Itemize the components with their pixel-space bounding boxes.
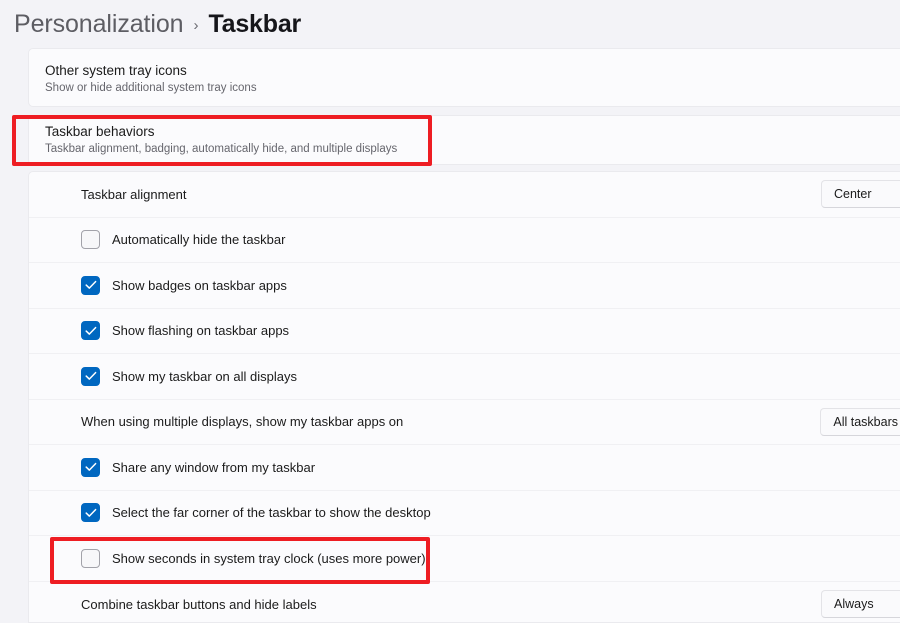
taskbar-behaviors-settings-list: Taskbar alignment Center Automatically hid… [28,171,900,623]
setting-row[interactable]: Automatically hide the taskbar [29,218,900,264]
section-subtitle: Taskbar alignment, badging, automaticall… [45,141,899,157]
section-header-text: Other system tray icons Show or hide add… [45,62,899,96]
breadcrumb-separator-icon: › [193,14,198,34]
setting-row[interactable]: Combine taskbar buttons and hide labels A… [29,582,900,623]
dropdown-value: All taskbars [833,415,898,429]
checkbox-control[interactable]: Show seconds in system tray clock (uses … [81,549,900,568]
setting-label: Show flashing on taskbar apps [112,323,900,338]
checkbox-unchecked-icon[interactable] [81,549,100,568]
checkbox-checked-icon[interactable] [81,321,100,340]
dropdown-select[interactable]: Always [821,590,900,618]
setting-row[interactable]: Share any window from my taskbar [29,445,900,491]
checkbox-control[interactable]: Show flashing on taskbar apps [81,321,900,340]
section-title: Other system tray icons [45,62,899,79]
checkbox-control[interactable]: Show badges on taskbar apps [81,276,900,295]
dropdown-value: Center [834,187,872,201]
section-header[interactable]: Other system tray icons Show or hide add… [29,49,900,108]
checkbox-checked-icon[interactable] [81,367,100,386]
section-taskbar-behaviors[interactable]: Taskbar behaviors Taskbar alignment, bad… [28,115,900,165]
checkbox-unchecked-icon[interactable] [81,230,100,249]
dropdown-select[interactable]: Center [821,180,900,208]
checkbox-checked-icon[interactable] [81,503,100,522]
setting-label: Show badges on taskbar apps [112,278,900,293]
setting-label: Automatically hide the taskbar [112,232,900,247]
setting-label: Show my taskbar on all displays [112,369,900,384]
section-title: Taskbar behaviors [45,123,899,140]
checkbox-control[interactable]: Select the far corner of the taskbar to … [81,503,900,522]
setting-label: Taskbar alignment [81,187,821,202]
setting-label: Combine taskbar buttons and hide labels [81,597,821,612]
checkbox-control[interactable]: Show my taskbar on all displays [81,367,900,386]
breadcrumb: Personalization › Taskbar [0,0,900,44]
section-other-system-tray-icons[interactable]: Other system tray icons Show or hide add… [28,48,900,107]
checkbox-checked-icon[interactable] [81,458,100,477]
setting-row[interactable]: Show flashing on taskbar apps [29,309,900,355]
setting-row[interactable]: Show badges on taskbar apps [29,263,900,309]
setting-label: When using multiple displays, show my ta… [81,414,820,429]
checkbox-control[interactable]: Automatically hide the taskbar [81,230,900,249]
checkbox-checked-icon[interactable] [81,276,100,295]
dropdown-value: Always [834,597,874,611]
setting-label: Share any window from my taskbar [112,460,900,475]
setting-label: Show seconds in system tray clock (uses … [112,551,900,566]
setting-row[interactable]: When using multiple displays, show my ta… [29,400,900,446]
setting-row[interactable]: Show my taskbar on all displays [29,354,900,400]
setting-label: Select the far corner of the taskbar to … [112,505,900,520]
page-title: Taskbar [208,10,301,39]
checkbox-control[interactable]: Share any window from my taskbar [81,458,900,477]
section-subtitle: Show or hide additional system tray icon… [45,80,899,96]
setting-row[interactable]: Taskbar alignment Center [29,172,900,218]
breadcrumb-parent-link[interactable]: Personalization [14,10,183,39]
setting-row[interactable]: Show seconds in system tray clock (uses … [29,536,900,582]
setting-row[interactable]: Select the far corner of the taskbar to … [29,491,900,537]
section-header-text: Taskbar behaviors Taskbar alignment, bad… [45,123,899,157]
dropdown-select[interactable]: All taskbars [820,408,900,436]
section-header[interactable]: Taskbar behaviors Taskbar alignment, bad… [29,116,900,164]
